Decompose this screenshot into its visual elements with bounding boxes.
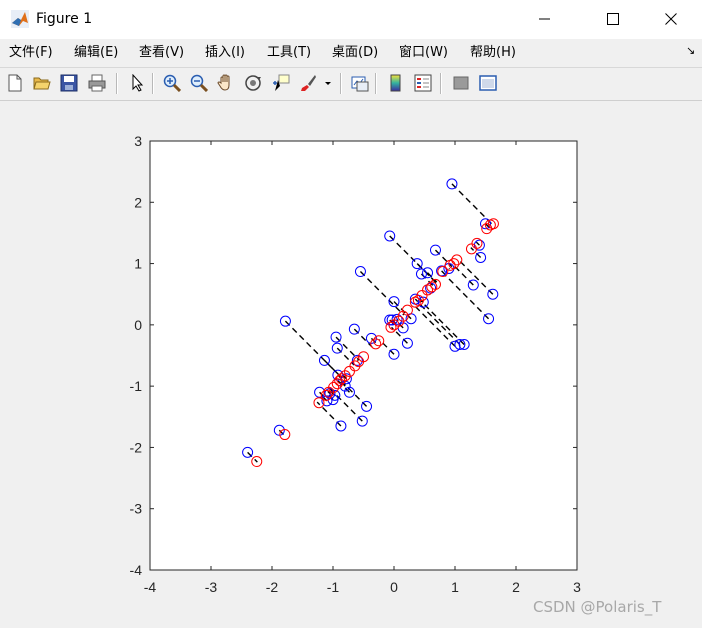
pan-hand-icon (217, 74, 230, 91)
matlab-logo-icon (11, 10, 29, 28)
rotate-3d-icon (245, 75, 261, 91)
zoom-in-icon (163, 74, 181, 92)
menu-view[interactable]: 查看(V) (139, 44, 184, 61)
window-title: Figure 1 (36, 11, 93, 27)
y-tick-label: -4 (130, 562, 143, 578)
x-tick-label: 0 (390, 579, 398, 595)
menu-desktop[interactable]: 桌面(D) (332, 44, 378, 61)
dock-figure-icon[interactable]: ↘ (686, 44, 695, 57)
toolbar-separator (116, 73, 118, 94)
menu-edit[interactable]: 编辑(E) (74, 44, 118, 61)
y-tick-label: -3 (130, 501, 143, 517)
rotate-3d-button[interactable] (242, 72, 264, 94)
show-plot-tools-icon (479, 75, 497, 91)
open-file-icon (33, 77, 51, 90)
open-file-button[interactable] (31, 72, 53, 94)
insert-colorbar-button[interactable] (385, 72, 407, 94)
brush-button[interactable] (297, 72, 319, 94)
close-icon (665, 13, 677, 25)
y-tick-label: 3 (134, 133, 142, 149)
x-tick-label: 1 (451, 579, 459, 595)
save-icon (60, 74, 78, 92)
figure-canvas[interactable]: -4 -3 -2 -1 0 1 2 3 3 2 1 0 -1 -2 -3 -4 (0, 101, 702, 628)
projection-line (448, 267, 451, 270)
x-tick-label: -2 (266, 579, 279, 595)
axes-background (149, 140, 578, 571)
print-icon (88, 74, 106, 92)
projection-line (356, 359, 359, 362)
data-cursor-icon (273, 74, 290, 91)
menu-insert[interactable]: 插入(I) (205, 44, 245, 61)
y-tick-label: 1 (134, 256, 142, 272)
y-tick-label: 0 (134, 317, 142, 333)
data-cursor-button[interactable] (270, 72, 292, 94)
menu-help[interactable]: 帮助(H) (470, 44, 516, 61)
new-figure-button[interactable] (4, 72, 26, 94)
new-figure-icon (8, 74, 22, 92)
y-tick-label: -1 (130, 378, 143, 394)
watermark-text: CSDN @Polaris_T (533, 598, 662, 616)
zoom-in-button[interactable] (161, 72, 183, 94)
x-tick-label: -3 (205, 579, 218, 595)
x-tick-label: -1 (327, 579, 340, 595)
maximize-icon (607, 13, 619, 25)
y-tick-label: -2 (130, 439, 143, 455)
toolbar-separator (340, 73, 342, 94)
figure-toolbar (0, 68, 702, 101)
insert-colorbar-icon (390, 74, 401, 92)
show-plot-tools-button[interactable] (477, 72, 499, 94)
brush-dropdown-button[interactable] (321, 72, 335, 94)
title-bar: Figure 1 (0, 0, 702, 39)
toolbar-separator (375, 73, 377, 94)
menu-file[interactable]: 文件(F) (9, 44, 53, 61)
toolbar-separator (152, 73, 154, 94)
link-plot-button[interactable] (349, 72, 371, 94)
print-button[interactable] (86, 72, 108, 94)
toolbar-separator (440, 73, 442, 94)
chevron-down-icon (325, 82, 331, 85)
x-tick-label: -4 (144, 579, 157, 595)
select-button[interactable] (126, 72, 148, 94)
close-button[interactable] (648, 0, 694, 39)
y-tick-label: 2 (134, 194, 142, 210)
link-plot-icon (351, 76, 369, 92)
insert-legend-button[interactable] (412, 72, 434, 94)
pan-button[interactable] (215, 72, 237, 94)
zoom-out-icon (190, 74, 208, 92)
insert-legend-icon (414, 74, 432, 92)
minimize-icon (539, 18, 550, 20)
hide-plot-tools-icon (453, 76, 469, 90)
menu-window[interactable]: 窗口(W) (399, 44, 448, 61)
brush-icon (301, 75, 316, 91)
x-tick-label: 2 (512, 579, 520, 595)
maximize-button[interactable] (590, 0, 636, 39)
select-arrow-icon (132, 74, 144, 92)
menu-tools[interactable]: 工具(T) (267, 44, 311, 61)
save-button[interactable] (58, 72, 80, 94)
x-tick-label: 3 (573, 579, 581, 595)
zoom-out-button[interactable] (188, 72, 210, 94)
menu-bar: 文件(F) 编辑(E) 查看(V) 插入(I) 工具(T) 桌面(D) 窗口(W… (0, 39, 702, 68)
scatter-plot[interactable]: -4 -3 -2 -1 0 1 2 3 3 2 1 0 -1 -2 -3 -4 (0, 101, 702, 628)
hide-plot-tools-button[interactable] (450, 72, 472, 94)
minimize-button[interactable] (522, 0, 568, 39)
